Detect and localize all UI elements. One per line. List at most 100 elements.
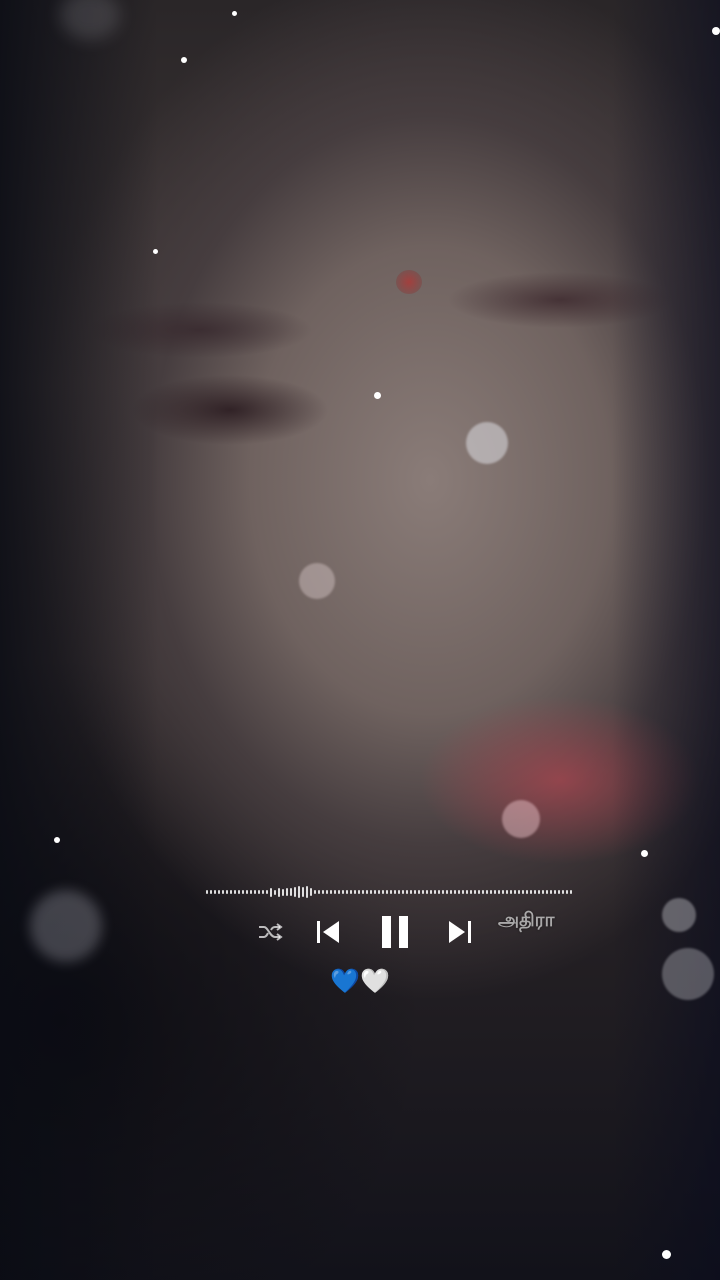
- waveform-bar: [470, 890, 472, 894]
- sparkle-particle: [662, 1250, 671, 1259]
- waveform-bar: [486, 890, 488, 894]
- waveform-bar: [374, 890, 376, 894]
- waveform-bar: [318, 890, 320, 894]
- waveform-bar: [514, 890, 516, 894]
- screen: அதிரா 💙🤍: [0, 0, 720, 1280]
- waveform-bar: [362, 890, 364, 894]
- sparkle-particle: [54, 837, 60, 843]
- bokeh-circle: [299, 563, 335, 599]
- waveform-bar: [278, 887, 280, 897]
- skip-previous-icon: [317, 921, 339, 943]
- waveform-bar: [406, 890, 408, 894]
- waveform-bar: [554, 890, 556, 894]
- waveform-bar: [322, 890, 324, 894]
- waveform-bar: [254, 890, 256, 894]
- waveform-bar: [238, 890, 240, 894]
- waveform-bar: [494, 890, 496, 894]
- waveform-bar: [262, 890, 264, 894]
- previous-button[interactable]: [310, 908, 346, 956]
- waveform-bar: [350, 890, 352, 894]
- waveform-bar: [302, 887, 304, 897]
- waveform-bar: [546, 890, 548, 894]
- waveform-bar: [458, 890, 460, 894]
- waveform-bar: [218, 890, 220, 894]
- waveform-bar: [570, 890, 572, 894]
- sparkle-particle: [712, 27, 720, 35]
- waveform-bar: [490, 890, 492, 894]
- waveform-bar: [434, 890, 436, 894]
- caption-emoji: 💙🤍: [330, 967, 390, 995]
- next-button[interactable]: [442, 908, 478, 956]
- waveform-bar: [402, 890, 404, 894]
- waveform-bar: [506, 890, 508, 894]
- waveform-bar: [326, 890, 328, 894]
- waveform-bar: [382, 890, 384, 894]
- waveform-bar: [206, 890, 208, 894]
- waveform-bar: [454, 890, 456, 894]
- waveform-bar: [226, 890, 228, 894]
- waveform-bar: [270, 887, 272, 897]
- waveform-bar: [222, 890, 224, 894]
- waveform-bar: [426, 890, 428, 894]
- waveform-bar: [522, 890, 524, 894]
- waveform-bar: [386, 890, 388, 894]
- waveform-bar: [274, 889, 276, 895]
- artist-name-label: அதிரா: [498, 909, 555, 931]
- waveform-bar: [510, 890, 512, 894]
- audio-waveform-progress[interactable]: [206, 884, 572, 900]
- waveform-bar: [210, 890, 212, 894]
- waveform-bar: [334, 890, 336, 894]
- waveform-bar: [418, 890, 420, 894]
- waveform-bar: [558, 890, 560, 894]
- waveform-bar: [342, 890, 344, 894]
- bokeh-circle: [502, 800, 540, 838]
- waveform-bar: [266, 890, 268, 894]
- bokeh-circle: [466, 422, 508, 464]
- waveform-bar: [298, 886, 300, 898]
- waveform-bar: [314, 890, 316, 894]
- waveform-bar: [346, 890, 348, 894]
- pause-button[interactable]: [372, 908, 418, 956]
- waveform-bar: [354, 890, 356, 894]
- waveform-bar: [534, 890, 536, 894]
- shuffle-button[interactable]: [252, 908, 288, 956]
- waveform-bar: [462, 890, 464, 894]
- waveform-bar: [234, 890, 236, 894]
- waveform-bar: [526, 890, 528, 894]
- waveform-bar: [542, 890, 544, 894]
- sparkle-particle: [181, 57, 187, 63]
- waveform-bar: [550, 890, 552, 894]
- waveform-bar: [250, 890, 252, 894]
- waveform-bar: [446, 890, 448, 894]
- pause-icon: [382, 916, 408, 948]
- waveform-bar: [450, 890, 452, 894]
- waveform-bar: [502, 890, 504, 894]
- waveform-bar: [242, 890, 244, 894]
- waveform-bar: [390, 890, 392, 894]
- waveform-bar: [358, 890, 360, 894]
- waveform-bar: [370, 890, 372, 894]
- sparkle-particle: [374, 392, 381, 399]
- waveform-bar: [442, 890, 444, 894]
- waveform-bar: [566, 890, 568, 894]
- waveform-bar: [214, 890, 216, 894]
- waveform-bar: [366, 890, 368, 894]
- waveform-bar: [518, 890, 520, 894]
- sparkle-particle: [641, 850, 648, 857]
- waveform-bar: [438, 890, 440, 894]
- waveform-bar: [330, 890, 332, 894]
- waveform-bar: [394, 890, 396, 894]
- waveform-bar: [466, 890, 468, 894]
- waveform-bar: [498, 890, 500, 894]
- background-vignette: [0, 0, 720, 1280]
- waveform-bar: [430, 890, 432, 894]
- waveform-bar: [258, 890, 260, 894]
- waveform-bar: [286, 888, 288, 896]
- bindi-mark: [396, 270, 422, 294]
- waveform-bar: [290, 888, 292, 896]
- skip-next-icon: [449, 921, 471, 943]
- waveform-bar: [414, 890, 416, 894]
- waveform-bar: [246, 890, 248, 894]
- waveform-bar: [538, 890, 540, 894]
- waveform-bar: [338, 890, 340, 894]
